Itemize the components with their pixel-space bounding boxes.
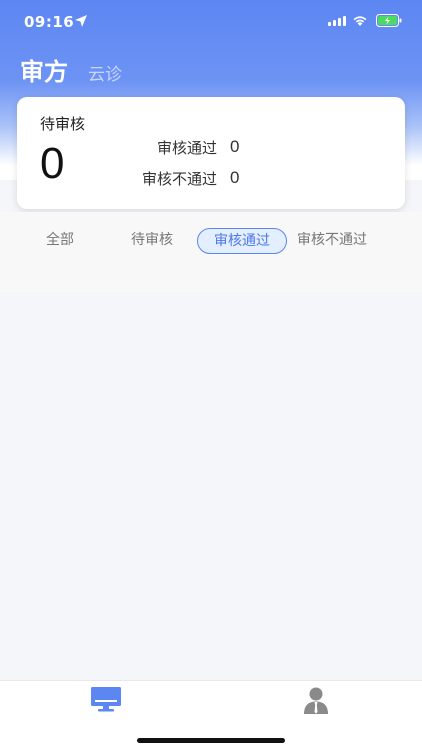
cellular-signal-icon	[328, 16, 346, 26]
content-area	[0, 292, 422, 680]
battery-icon	[376, 14, 402, 27]
approved-count: 0	[230, 137, 240, 156]
approved-label: 审核通过	[156, 139, 217, 157]
rejected-label: 审核不通过	[141, 170, 217, 188]
status-time: 09:16	[24, 13, 75, 31]
rejected-count: 0	[230, 168, 240, 187]
wifi-icon	[353, 16, 367, 26]
home-indicator	[137, 738, 285, 743]
status-bar: 09:16	[0, 0, 422, 44]
header-title-row: 审方 云诊	[20, 52, 122, 87]
tab-rejected[interactable]: 审核不通过	[291, 228, 373, 254]
filter-tabs: 全部 待审核 审核通过 审核不通过	[0, 212, 422, 292]
page-title: 审方	[20, 58, 68, 86]
pending-label: 待审核	[40, 115, 86, 133]
tab-pending[interactable]: 待审核	[120, 228, 184, 254]
user-icon[interactable]	[296, 685, 336, 715]
location-arrow-icon	[75, 15, 87, 27]
pending-count: 0	[40, 139, 65, 188]
page-subtitle[interactable]: 云诊	[88, 60, 122, 85]
tab-approved[interactable]: 审核通过	[197, 228, 287, 254]
monitor-icon[interactable]	[86, 685, 126, 715]
summary-card: 待审核 0 审核通过 0 审核不通过 0	[17, 97, 405, 209]
tab-all[interactable]: 全部	[30, 228, 90, 254]
